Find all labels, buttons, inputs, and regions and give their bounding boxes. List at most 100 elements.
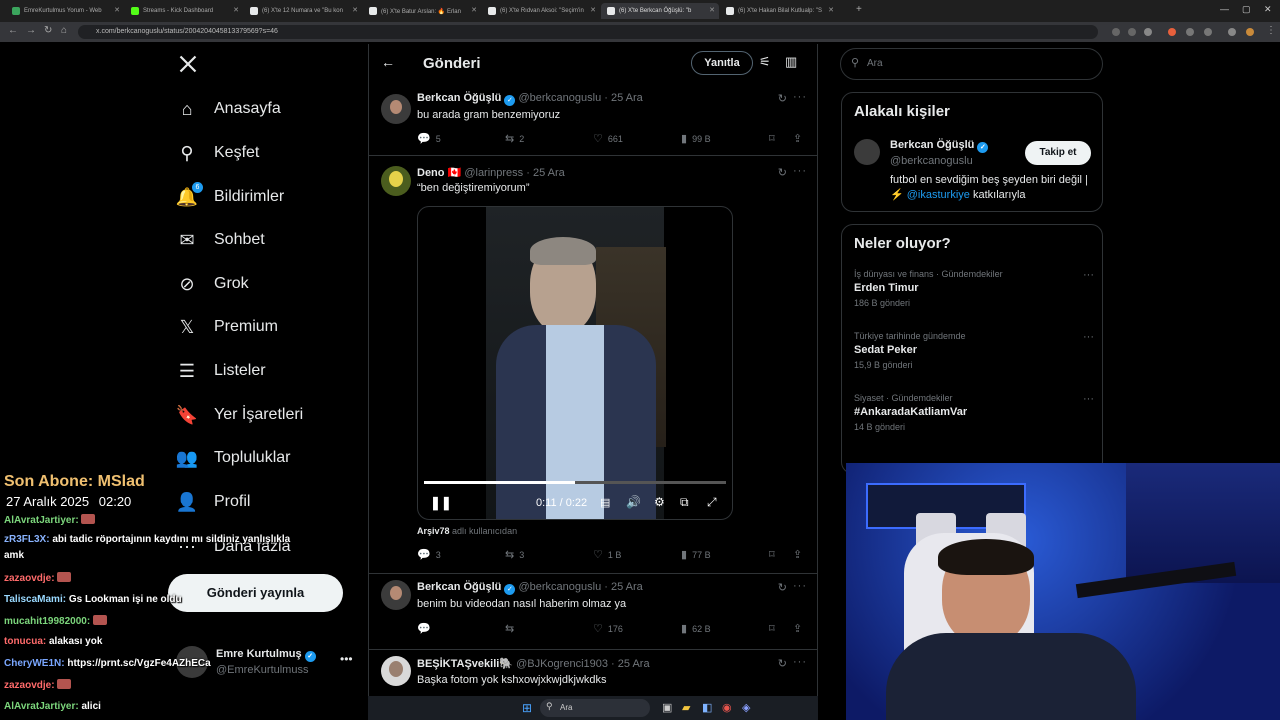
- avatar[interactable]: [381, 580, 411, 610]
- browser-tab[interactable]: (6) X'te Rıdvan Aksoi: "Seçim'in ✕: [482, 3, 600, 19]
- more-icon[interactable]: ···: [1083, 331, 1094, 343]
- captions-icon[interactable]: ▤: [600, 496, 610, 509]
- nav-item-search[interactable]: ⚲ Keşfet: [176, 138, 259, 168]
- close-tab-icon[interactable]: ✕: [114, 6, 120, 14]
- star-icon[interactable]: [1144, 28, 1152, 36]
- grok-icon[interactable]: ↻: [778, 92, 787, 105]
- bookmark-action[interactable]: ⌑: [769, 132, 775, 145]
- bookmark-action[interactable]: ⌑: [769, 622, 775, 635]
- close-window-button[interactable]: ✕: [1264, 4, 1272, 15]
- author-handle[interactable]: @larinpress: [464, 167, 523, 179]
- author-name[interactable]: Berkcan Öğüşlü: [417, 581, 501, 593]
- share-action[interactable]: ⇪: [793, 132, 802, 145]
- more-icon[interactable]: ···: [793, 91, 807, 103]
- views-action[interactable]: ▮ 77 B: [681, 548, 711, 561]
- file-explorer-icon[interactable]: ▰: [682, 701, 690, 714]
- video-player[interactable]: ❚❚ 0:11 / 0:22 ▤ 🔊 ⚙ ⧉ ⤢: [417, 206, 733, 520]
- more-icon[interactable]: ···: [1083, 269, 1094, 281]
- credit-user-link[interactable]: Arşiv78: [417, 526, 450, 536]
- fullscreen-icon[interactable]: ⤢: [707, 495, 717, 510]
- close-tab-icon[interactable]: ✕: [828, 6, 834, 14]
- repost-action[interactable]: ⇆: [505, 622, 519, 635]
- grok-icon[interactable]: ↻: [778, 166, 787, 179]
- close-tab-icon[interactable]: ✕: [352, 6, 358, 14]
- reader-icon[interactable]: ▥: [785, 54, 797, 70]
- trend-item[interactable]: Siyaset · Gündemdekiler #AnkaradaKatliamV…: [854, 393, 1094, 432]
- app-icon[interactable]: ◈: [742, 701, 750, 714]
- settings-gear-icon[interactable]: ⚙: [654, 495, 665, 509]
- taskbar-search[interactable]: Ara: [540, 699, 650, 717]
- more-icon[interactable]: ···: [793, 580, 807, 592]
- windows-start-icon[interactable]: ⊞: [522, 701, 532, 715]
- post-date[interactable]: · 25 Ara: [604, 581, 643, 593]
- follow-button[interactable]: Takip et: [1025, 141, 1091, 165]
- post[interactable]: BEŞİKTAŞvekili🐘 @BJKogrenci1903 · 25 Ara…: [369, 650, 817, 696]
- nav-item-communities[interactable]: 👥 Topluluklar: [176, 443, 291, 473]
- extension-icon[interactable]: [1186, 28, 1194, 36]
- nav-item-x-logo[interactable]: 𝕏 Premium: [176, 312, 278, 342]
- zoom-icon[interactable]: [1112, 28, 1120, 36]
- more-icon[interactable]: ···: [793, 656, 807, 668]
- browser-tab[interactable]: (6) X'te Batur Arslan: 🔥 Erlan ✕: [363, 3, 481, 19]
- close-tab-icon[interactable]: ✕: [233, 6, 239, 14]
- url-field[interactable]: x.com/berkcanoguslu/status/2004204045813…: [78, 25, 1098, 39]
- pause-icon[interactable]: ❚❚: [430, 495, 452, 511]
- trend-item[interactable]: İş dünyası ve finans · Gündemdekiler Erde…: [854, 269, 1094, 308]
- browser-tab[interactable]: (6) X'te 12 Numara ve "Bu kon ✕: [244, 3, 362, 19]
- reply-button[interactable]: Yanıtla: [691, 51, 753, 75]
- filter-icon[interactable]: ⚟: [759, 54, 771, 70]
- close-tab-icon[interactable]: ✕: [590, 6, 596, 14]
- browser-tab[interactable]: Streams - Kick Dashboard ✕: [125, 3, 243, 19]
- like-action[interactable]: ♡ 661: [593, 132, 623, 145]
- author-handle[interactable]: @BJKogrenci1903: [516, 658, 608, 670]
- share-action[interactable]: ⇪: [793, 548, 802, 561]
- repost-action[interactable]: ⇆ 3: [505, 548, 524, 561]
- bio-mention-link[interactable]: @ikasturkiye: [907, 189, 970, 201]
- trend-item[interactable]: Türkiye tarihinde gündemde Sedat Peker 15,…: [854, 331, 1094, 370]
- person-handle[interactable]: @berkcanoguslu: [890, 155, 973, 167]
- extensions-puzzle-icon[interactable]: [1204, 28, 1212, 36]
- forward-icon[interactable]: →: [26, 25, 36, 36]
- post[interactable]: Berkcan Öğüşlü ✓ @berkcanoguslu · 25 Ara…: [369, 574, 817, 650]
- post-date[interactable]: · 25 Ara: [526, 167, 565, 179]
- taskview-icon[interactable]: ▣: [662, 701, 672, 714]
- nav-item-grok[interactable]: ⊘ Grok: [176, 269, 248, 299]
- close-tab-icon[interactable]: ✕: [471, 6, 477, 14]
- search-input[interactable]: Ara: [840, 48, 1103, 80]
- avatar[interactable]: [854, 139, 880, 165]
- minimize-button[interactable]: —: [1220, 4, 1229, 14]
- profile-avatar-icon[interactable]: [1246, 28, 1254, 36]
- x-logo-icon[interactable]: [178, 54, 198, 74]
- post[interactable]: Berkcan Öğüşlü ✓ @berkcanoguslu · 25 Ara…: [369, 84, 817, 156]
- author-name[interactable]: Berkcan Öğüşlü: [417, 92, 501, 104]
- author-name[interactable]: Deno 🇨🇦: [417, 167, 461, 179]
- author-handle[interactable]: @berkcanoguslu: [518, 581, 601, 593]
- nav-item-bookmark[interactable]: 🔖 Yer İşaretleri: [176, 400, 303, 430]
- chrome-icon[interactable]: ◉: [722, 701, 732, 714]
- reply-action[interactable]: 💬 5: [417, 132, 441, 145]
- person-name[interactable]: Berkcan Öğüşlü: [890, 139, 974, 151]
- home-browser-icon[interactable]: ⌂: [61, 25, 67, 36]
- nav-item-mail[interactable]: ✉ Sohbet: [176, 225, 264, 255]
- maximize-button[interactable]: ▢: [1242, 4, 1251, 15]
- views-action[interactable]: ▮ 99 B: [681, 132, 711, 145]
- more-icon[interactable]: ···: [793, 165, 807, 177]
- extension-icon[interactable]: [1168, 28, 1176, 36]
- post[interactable]: Deno 🇨🇦 @larinpress · 25 Ara ↻ ··· “ben …: [369, 156, 817, 574]
- video-progress-track[interactable]: [424, 481, 726, 484]
- new-tab-button[interactable]: +: [856, 4, 862, 15]
- grok-icon[interactable]: ↻: [778, 657, 787, 670]
- bookmark-action[interactable]: ⌑: [769, 548, 775, 561]
- picture-in-picture-icon[interactable]: ⧉: [680, 495, 689, 510]
- nav-item-home[interactable]: ⌂ Anasayfa: [176, 94, 281, 124]
- reply-action[interactable]: 💬: [417, 622, 436, 635]
- back-arrow-icon[interactable]: ←: [381, 54, 395, 70]
- like-action[interactable]: ♡ 176: [593, 622, 623, 635]
- nav-item-list[interactable]: ☰ Listeler: [176, 356, 266, 386]
- nav-item-bell[interactable]: 🔔 6 Bildirimler: [176, 182, 284, 212]
- more-icon[interactable]: ···: [1083, 393, 1094, 405]
- post-date[interactable]: · 25 Ara: [604, 92, 643, 104]
- browser-tab[interactable]: (6) X'te Hakan Bilal Kutlualp: "S ✕: [720, 3, 838, 19]
- close-tab-icon[interactable]: ✕: [709, 6, 715, 14]
- avatar[interactable]: [381, 656, 411, 686]
